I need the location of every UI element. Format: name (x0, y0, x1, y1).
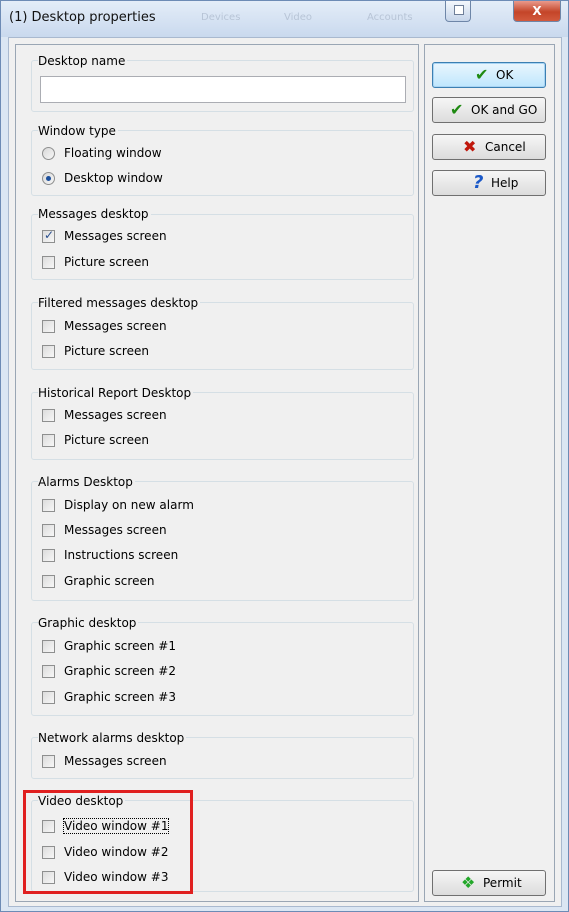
checkmark-icon: ✔ (450, 100, 464, 119)
floating-window-radio[interactable] (42, 147, 55, 160)
checkbox[interactable] (42, 524, 55, 537)
restore-button[interactable] (445, 1, 471, 22)
checkbox[interactable] (42, 345, 55, 358)
messages-desktop-group (31, 214, 414, 280)
checkbox-label: Messages screen (64, 319, 167, 333)
checkbox[interactable] (42, 256, 55, 269)
ghost-tab-accounts: Accounts (367, 12, 413, 23)
network-alarms-desktop-label: Network alarms desktop (38, 731, 187, 745)
messages-desktop-label: Messages desktop (38, 207, 151, 221)
window-type-label: Window type (38, 124, 118, 138)
filtered-messages-desktop-group (31, 302, 414, 370)
checkbox[interactable] (42, 434, 55, 447)
historical-report-desktop-group (31, 392, 414, 460)
checkbox-label: Instructions screen (64, 548, 179, 562)
running-man-icon: ❖ (461, 873, 476, 892)
checkbox[interactable] (42, 575, 55, 588)
checkbox[interactable] (42, 320, 55, 333)
window-title: (1) Desktop properties (9, 10, 156, 25)
checkbox-label: Graphic screen #3 (64, 690, 176, 704)
ok-and-go-button[interactable]: ✔ OK and GO (432, 97, 546, 123)
checkbox-label: Messages screen (64, 229, 167, 243)
checkbox[interactable] (42, 640, 55, 653)
cancel-button-label: Cancel (485, 140, 526, 154)
close-button[interactable]: X (513, 1, 561, 22)
cancel-button[interactable]: ✖ Cancel (432, 134, 546, 160)
checkbox[interactable] (42, 691, 55, 704)
checkbox-label: Graphic screen #2 (64, 664, 176, 678)
checkbox[interactable] (42, 499, 55, 512)
checkbox[interactable] (42, 228, 55, 243)
desktop-name-input[interactable] (40, 76, 406, 103)
ok-button-label: OK (496, 68, 514, 82)
ghost-tab-video: Video (284, 12, 313, 23)
checkbox[interactable] (42, 665, 55, 678)
filtered-messages-desktop-label: Filtered messages desktop (38, 296, 201, 310)
desktop-window-label: Desktop window (64, 171, 163, 185)
checkbox[interactable] (42, 549, 55, 562)
red-x-icon: ✖ (463, 137, 477, 156)
checkbox-label: Graphic screen (64, 574, 155, 588)
highlight-box (23, 790, 193, 894)
checkbox-label: Picture screen (64, 433, 149, 447)
ghost-tab-devices: Devices (201, 12, 241, 23)
checkbox-label: Display on new alarm (64, 498, 194, 512)
alarms-desktop-label: Alarms Desktop (38, 475, 135, 489)
checkbox-label: Picture screen (64, 344, 149, 358)
checkbox-label: Messages screen (64, 754, 167, 768)
ok-button[interactable]: ✔ OK (432, 62, 546, 88)
historical-report-desktop-label: Historical Report Desktop (38, 386, 194, 400)
graphic-desktop-label: Graphic desktop (38, 616, 139, 630)
checkmark-icon: ✔ (475, 65, 489, 84)
restore-icon (454, 5, 464, 15)
checkbox-label: Messages screen (64, 408, 167, 422)
checkbox-label: Graphic screen #1 (64, 639, 176, 653)
permit-button[interactable]: ❖ Permit (432, 870, 546, 896)
close-icon: X (532, 4, 542, 18)
checkbox[interactable] (42, 409, 55, 422)
desktop-window-radio[interactable] (42, 172, 55, 185)
help-button-label: Help (491, 176, 519, 190)
window-type-group (31, 130, 414, 196)
ok-and-go-button-label: OK and GO (471, 103, 538, 117)
help-button[interactable]: ? Help (432, 170, 546, 196)
title-bar[interactable]: (1) Desktop properties Devices Video Acc… (1, 1, 568, 37)
desktop-name-label: Desktop name (38, 54, 128, 68)
checkbox-label: Messages screen (64, 523, 167, 537)
permit-button-label: Permit (483, 876, 522, 890)
checkbox[interactable] (42, 755, 55, 768)
checkbox-label: Picture screen (64, 255, 149, 269)
question-mark-icon: ? (473, 172, 484, 193)
floating-window-label: Floating window (64, 146, 162, 160)
